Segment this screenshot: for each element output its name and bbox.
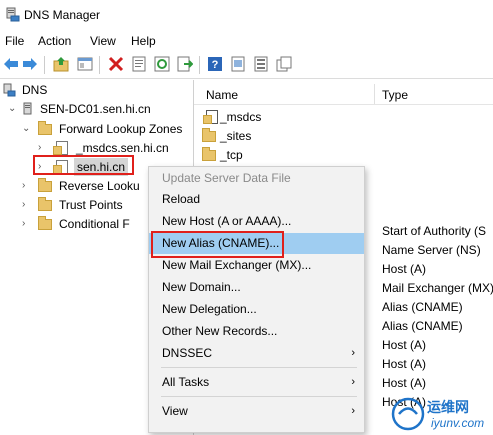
menu-item-update-server-data-file[interactable]: Update Server Data File [149, 168, 364, 189]
properties-icon[interactable] [131, 56, 147, 72]
forward-arrow-icon[interactable] [22, 56, 38, 72]
menu-item-all-tasks-label: All Tasks [162, 375, 210, 389]
delete-icon[interactable] [108, 56, 124, 72]
menu-item-new-delegation[interactable]: New Delegation... [149, 299, 364, 320]
record-type: Host (A) [382, 357, 427, 371]
menu-item-all-tasks[interactable]: All Tasks › [149, 372, 364, 393]
zone-icon [203, 110, 218, 124]
list-icon[interactable] [253, 56, 269, 72]
folder-icon [38, 178, 52, 192]
chevron-down-icon[interactable]: ⌄ [22, 120, 30, 138]
tree-label-conditional: Conditional F [59, 217, 130, 231]
svg-text:?: ? [212, 59, 219, 71]
list-row-name: _sites [220, 129, 252, 143]
folder-icon [202, 128, 216, 142]
server-icon [23, 102, 32, 115]
tree-label-zone: sen.hi.cn [74, 158, 129, 176]
chevron-right-icon[interactable]: › [22, 177, 25, 195]
menu-item-dnssec-label: DNSSEC [162, 346, 213, 360]
copy-icon[interactable] [276, 56, 292, 72]
tree-label-forward: Forward Lookup Zones [59, 122, 183, 136]
window-title: DNS Manager [24, 8, 101, 22]
list-row-name: _msdcs [220, 110, 262, 124]
folder-icon [38, 121, 52, 135]
watermark-text-cn: 运维网 [427, 400, 469, 416]
menu-item-new-host[interactable]: New Host (A or AAAA)... [149, 211, 364, 232]
chevron-right-icon[interactable]: › [22, 196, 25, 214]
chevron-right-icon: › [351, 405, 355, 417]
tree-label-dns: DNS [22, 83, 48, 97]
record-type: Host (A) [382, 338, 427, 352]
list-row-name: _tcp [220, 148, 243, 162]
menu-item-new-domain[interactable]: New Domain... [149, 277, 364, 298]
record-type: Alias (CNAME) [382, 319, 463, 333]
record-type: Start of Authority (S [382, 224, 487, 238]
tree-label-msdcs: _msdcs.sen.hi.cn [76, 141, 169, 155]
column-header-type[interactable]: Type [382, 88, 408, 102]
folder-up-icon[interactable] [53, 56, 69, 72]
menu-item-view[interactable]: View › [149, 401, 364, 422]
chevron-down-icon[interactable]: ⌄ [8, 100, 16, 118]
tree-label-server: SEN-DC01.sen.hi.cn [40, 102, 151, 116]
record-type: Name Server (NS) [382, 243, 481, 257]
menu-help[interactable]: Help [131, 34, 156, 48]
back-arrow-icon[interactable] [3, 56, 19, 72]
dns-root-icon [3, 83, 16, 97]
help-icon[interactable]: ? [207, 56, 223, 72]
watermark-logo-icon [391, 397, 425, 431]
zone-icon [53, 141, 68, 155]
folder-icon [38, 216, 52, 230]
menu-bar: File Action View Help [0, 30, 493, 52]
export-icon[interactable] [177, 56, 193, 72]
title-bar: DNS Manager [0, 0, 493, 30]
menu-item-new-alias[interactable]: New Alias (CNAME)... [149, 233, 364, 254]
watermark: 运维网 iyunv.com [391, 397, 487, 433]
menu-item-reload[interactable]: Reload [149, 189, 364, 210]
menu-file[interactable]: File [5, 34, 24, 48]
record-type: Alias (CNAME) [382, 300, 463, 314]
menu-view[interactable]: View [90, 34, 116, 48]
menu-separator [161, 396, 357, 397]
record-type: Host (A) [382, 262, 427, 276]
chevron-right-icon[interactable]: › [22, 215, 25, 233]
record-type: Host (A) [382, 376, 427, 390]
context-menu: Update Server Data File Reload New Host … [148, 166, 365, 433]
chevron-right-icon: › [351, 347, 355, 359]
list-header: Name Type [194, 80, 493, 105]
menu-item-dnssec[interactable]: DNSSEC › [149, 343, 364, 364]
menu-item-view-label: View [162, 404, 188, 418]
chevron-right-icon[interactable]: › [38, 139, 41, 157]
watermark-text-url: iyunv.com [431, 416, 485, 430]
menu-item-new-mail-exchanger[interactable]: New Mail Exchanger (MX)... [149, 255, 364, 276]
column-header-name[interactable]: Name [206, 88, 238, 102]
chevron-right-icon: › [351, 376, 355, 388]
dns-app-icon [6, 7, 20, 22]
show-hide-tree-icon[interactable] [77, 56, 93, 72]
menu-action[interactable]: Action [38, 34, 71, 48]
chevron-right-icon[interactable]: › [38, 158, 41, 176]
menu-item-other-new-records[interactable]: Other New Records... [149, 321, 364, 342]
menu-separator [161, 367, 357, 368]
tree-label-reverse: Reverse Looku [59, 179, 140, 193]
record-type: Mail Exchanger (MX) [382, 281, 493, 295]
tree-label-trust: Trust Points [59, 198, 123, 212]
folder-icon [38, 197, 52, 211]
refresh-icon[interactable] [154, 56, 170, 72]
folder-icon [202, 147, 216, 161]
record-icon[interactable] [230, 56, 246, 72]
zone-icon [53, 160, 68, 174]
toolbar: ? [0, 52, 493, 79]
